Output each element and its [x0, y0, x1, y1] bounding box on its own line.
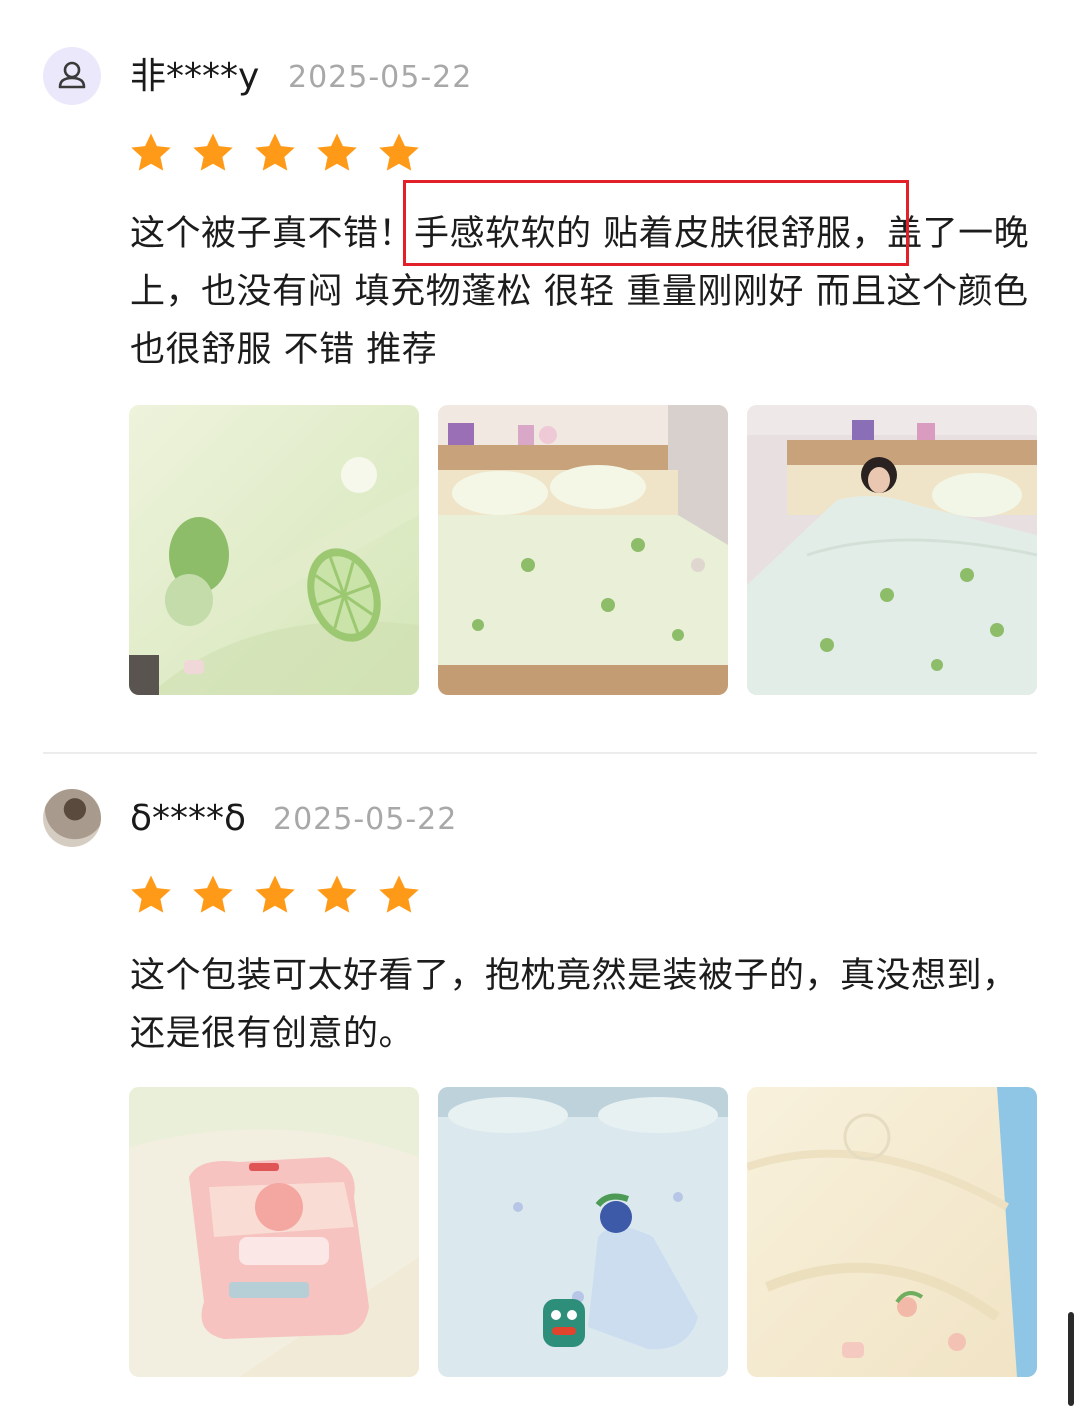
review-text: 这个包装可太好看了，抱枕竟然是装被子的，真没想到，还是很有创意的。 — [130, 956, 1018, 1054]
star-icon — [252, 130, 298, 176]
scrollbar[interactable] — [1068, 1312, 1074, 1406]
review-photo[interactable] — [747, 405, 1037, 695]
review-photo[interactable] — [129, 405, 419, 695]
star-icon — [128, 130, 174, 176]
username: δ****δ — [130, 798, 247, 839]
highlight-box — [403, 180, 909, 266]
star-icon — [190, 872, 236, 918]
star-icon — [190, 130, 236, 176]
divider — [43, 752, 1037, 754]
user-avatar[interactable] — [43, 47, 101, 105]
star-icon — [128, 872, 174, 918]
star-icon — [376, 872, 422, 918]
star-icon — [314, 130, 360, 176]
review-date: 2025-05-22 — [273, 802, 458, 837]
star-icon — [376, 130, 422, 176]
review-photos — [129, 1087, 1039, 1377]
review-photo[interactable] — [129, 1087, 419, 1377]
review-photo[interactable] — [747, 1087, 1037, 1377]
person-icon — [58, 61, 86, 89]
user-avatar[interactable] — [43, 789, 101, 847]
username: 非****y — [130, 56, 260, 97]
star-icon — [252, 872, 298, 918]
review-date: 2025-05-22 — [288, 60, 473, 95]
star-icon — [314, 872, 360, 918]
review-photo[interactable] — [438, 405, 728, 695]
review-photos — [129, 405, 1039, 695]
review-photo[interactable] — [438, 1087, 728, 1377]
